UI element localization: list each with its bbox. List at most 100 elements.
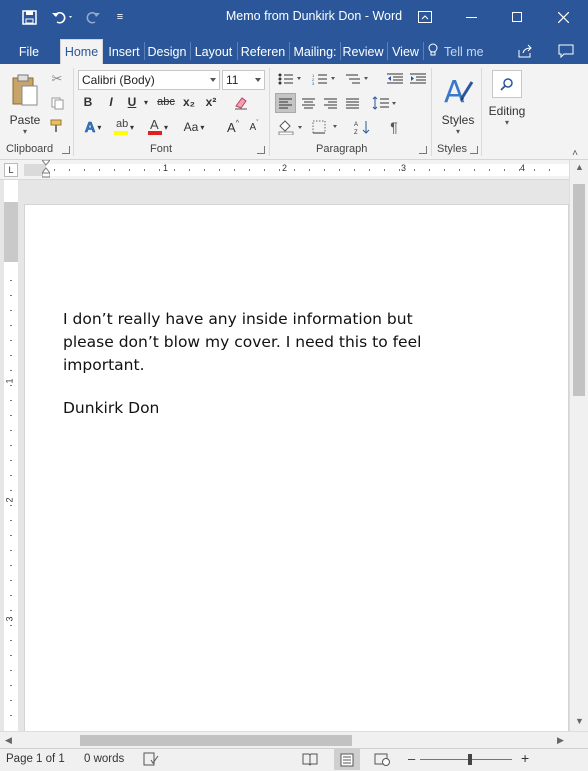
scroll-left-icon[interactable]: ◀ (5, 735, 12, 746)
scroll-up-icon[interactable]: ▲ (575, 162, 584, 172)
align-center-icon[interactable] (298, 93, 319, 113)
copy-icon[interactable] (48, 94, 66, 112)
styles-launcher-icon[interactable] (470, 146, 478, 154)
web-layout-icon[interactable] (374, 752, 390, 769)
ruler-tick (10, 550, 12, 551)
ruler-tick (249, 169, 250, 171)
tab-review[interactable]: Review (342, 39, 384, 64)
tab-mailings[interactable]: Mailing: (291, 39, 339, 64)
increase-indent-icon[interactable] (408, 70, 428, 88)
shrink-font-button[interactable]: Aˇ (245, 117, 263, 137)
underline-button[interactable]: U (124, 93, 140, 111)
print-layout-icon[interactable] (334, 749, 360, 770)
comments-icon[interactable] (555, 41, 577, 61)
bold-button[interactable]: B (80, 93, 96, 111)
sort-icon[interactable]: AZ (352, 117, 372, 137)
ruler-tick (10, 625, 12, 626)
ruler-tick (264, 169, 265, 171)
decrease-indent-icon[interactable] (385, 70, 405, 88)
show-formatting-button[interactable]: ¶ (384, 117, 404, 137)
align-left-icon[interactable] (275, 93, 296, 113)
scroll-right-icon[interactable]: ▶ (557, 735, 564, 746)
ruler-tick (114, 169, 115, 171)
word-count[interactable]: 0 words (84, 753, 124, 765)
font-launcher-icon[interactable] (257, 146, 265, 154)
indent-marker[interactable] (40, 159, 52, 178)
page[interactable]: I don’t really have any inside informati… (24, 204, 569, 731)
paste-button[interactable]: Paste ▾ (6, 70, 44, 140)
tab-file[interactable]: File (10, 39, 48, 64)
tab-references[interactable]: Referen (239, 39, 287, 64)
ruler-tick (474, 169, 475, 171)
line-spacing-icon[interactable] (370, 93, 400, 113)
text-effects-button[interactable]: A ▾ (80, 117, 106, 137)
tab-layout[interactable]: Layout (192, 39, 235, 64)
bullets-icon[interactable] (276, 70, 306, 88)
vertical-scroll-thumb[interactable] (573, 184, 585, 396)
multilevel-list-icon[interactable] (343, 70, 373, 88)
align-right-icon[interactable] (320, 93, 341, 113)
share-icon[interactable] (514, 41, 536, 61)
ruler-tick (129, 169, 130, 171)
read-mode-icon[interactable] (302, 752, 318, 769)
subscript-button[interactable]: x₂ (180, 93, 198, 111)
minimize-icon[interactable] (448, 0, 494, 34)
zoom-slider-thumb[interactable] (468, 754, 472, 765)
proofing-icon[interactable] (143, 752, 159, 769)
horizontal-scroll-thumb[interactable] (80, 735, 352, 746)
vertical-scrollbar[interactable]: ▲ ▼ (569, 160, 588, 731)
underline-dropdown-icon[interactable]: ▾ (142, 95, 150, 109)
borders-icon[interactable] (310, 117, 342, 137)
collapse-ribbon-icon[interactable]: ˄ (572, 148, 578, 159)
ruler-tick (369, 169, 370, 171)
cut-icon[interactable]: ✂ (48, 70, 66, 88)
close-icon[interactable] (540, 0, 586, 34)
styles-button[interactable]: A Styles ▾ (438, 70, 478, 140)
clipboard-launcher-icon[interactable] (62, 146, 70, 154)
ruler-number: 1 (163, 163, 169, 173)
clear-formatting-icon[interactable] (231, 93, 251, 111)
superscript-button[interactable]: x² (202, 93, 220, 111)
highlight-button[interactable]: ab ▾ (111, 117, 137, 137)
tell-me-label: Tell me (444, 44, 484, 59)
editing-button[interactable]: Editing ▾ (486, 70, 528, 140)
italic-button[interactable]: I (104, 93, 118, 111)
tab-design[interactable]: Design (146, 39, 188, 64)
ruler-number: 3 (401, 163, 407, 173)
document-area[interactable]: I don’t really have any inside informati… (20, 180, 569, 731)
ruler-track[interactable]: 1 2 3 4 (24, 159, 569, 178)
svg-text:3: 3 (312, 81, 315, 85)
document-body-text[interactable]: I don’t really have any inside informati… (63, 308, 443, 377)
justify-icon[interactable] (342, 93, 363, 113)
tell-me-box[interactable]: Tell me (428, 39, 498, 64)
font-size-combo[interactable]: 11 (222, 70, 265, 90)
zoom-out-button[interactable]: – (408, 751, 415, 766)
strikethrough-button[interactable]: abc (155, 93, 177, 111)
horizontal-scrollbar[interactable]: ◀ ▶ (0, 731, 588, 748)
zoom-slider[interactable] (420, 759, 512, 760)
format-painter-icon[interactable] (48, 117, 66, 135)
grow-font-button[interactable]: A ^ (224, 117, 242, 137)
shading-icon[interactable] (275, 117, 307, 137)
page-count[interactable]: Page 1 of 1 (6, 753, 65, 765)
font-name-combo[interactable]: Calibri (Body) (78, 70, 220, 90)
font-color-button[interactable]: A ▾ (145, 117, 171, 137)
maximize-icon[interactable] (494, 0, 540, 34)
highlight-icon: ab (113, 118, 128, 136)
ribbon-display-options-icon[interactable] (402, 0, 448, 34)
tab-insert[interactable]: Insert (105, 39, 143, 64)
tab-selector[interactable]: L (4, 163, 18, 177)
paragraph-launcher-icon[interactable] (419, 146, 427, 154)
paste-icon (10, 74, 40, 111)
ruler-number: 4 (520, 163, 526, 173)
ruler-tick (10, 280, 12, 281)
ruler-tick (10, 325, 12, 326)
scroll-down-icon[interactable]: ▼ (575, 716, 584, 726)
zoom-in-button[interactable]: + (521, 750, 529, 766)
tab-view[interactable]: View (389, 39, 422, 64)
numbering-icon[interactable]: 123 (310, 70, 340, 88)
document-signature[interactable]: Dunkirk Don (63, 399, 159, 417)
change-case-button[interactable]: Aa ▾ (179, 117, 209, 137)
tab-home[interactable]: Home (60, 39, 103, 64)
ruler-tick (234, 169, 235, 171)
